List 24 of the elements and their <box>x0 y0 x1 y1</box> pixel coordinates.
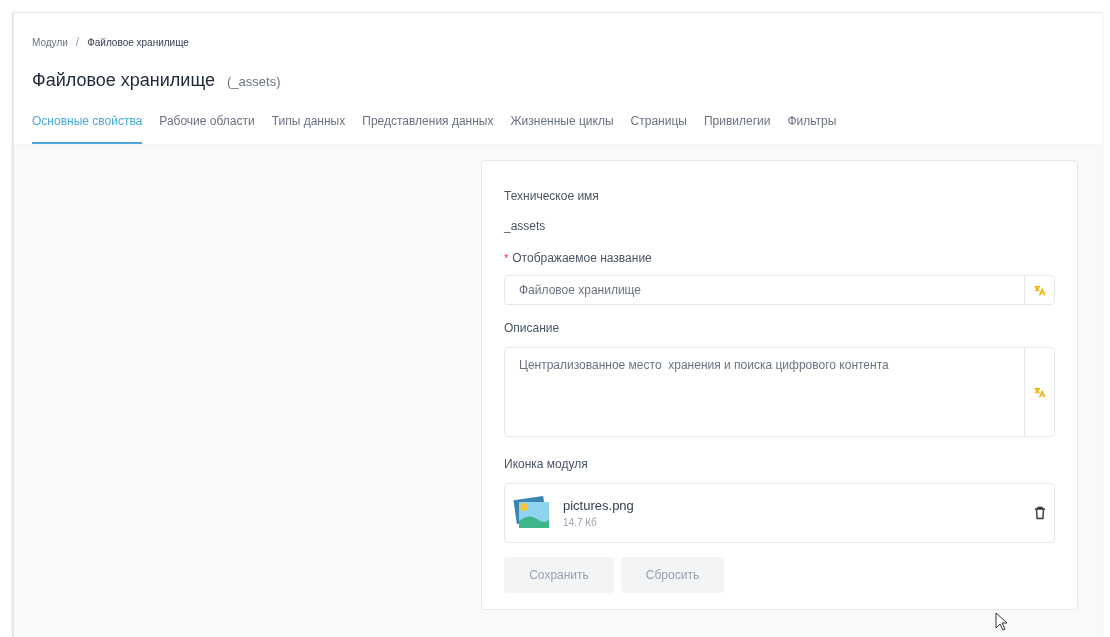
cursor-icon <box>995 612 1008 631</box>
file-name: pictures.png <box>563 496 635 515</box>
tab[interactable]: Рабочие области <box>159 112 255 144</box>
field-label: Иконка модуля <box>504 456 589 473</box>
trash-icon[interactable] <box>1034 506 1046 520</box>
tab[interactable]: Привилегии <box>703 112 771 144</box>
breadcrumb-separator: / <box>75 34 80 51</box>
field-value: _assets <box>504 218 547 235</box>
field-label: Отображаемое название <box>512 250 652 267</box>
breadcrumb-link[interactable]: Файловое хранилище <box>87 34 189 50</box>
field-label: Описание <box>504 320 561 337</box>
page-title: Файловое хранилище <box>32 69 216 92</box>
tab[interactable]: Фильтры <box>787 112 837 144</box>
tab[interactable]: Страницы <box>630 112 687 144</box>
tab[interactable]: Типы данных <box>271 112 346 144</box>
breadcrumb-link[interactable]: Модули <box>32 34 68 50</box>
field-label: Техническое имя <box>504 188 600 205</box>
tab[interactable]: Представления данных <box>362 112 494 144</box>
page-title-suffix: (_assets) <box>227 73 281 91</box>
file-size: 14.7 Кб <box>563 516 598 531</box>
tab[interactable]: Жизненные циклы <box>510 112 614 144</box>
translate-icon[interactable] <box>1033 283 1046 297</box>
required-icon: * <box>504 252 509 264</box>
translate-icon[interactable] <box>1033 385 1046 399</box>
